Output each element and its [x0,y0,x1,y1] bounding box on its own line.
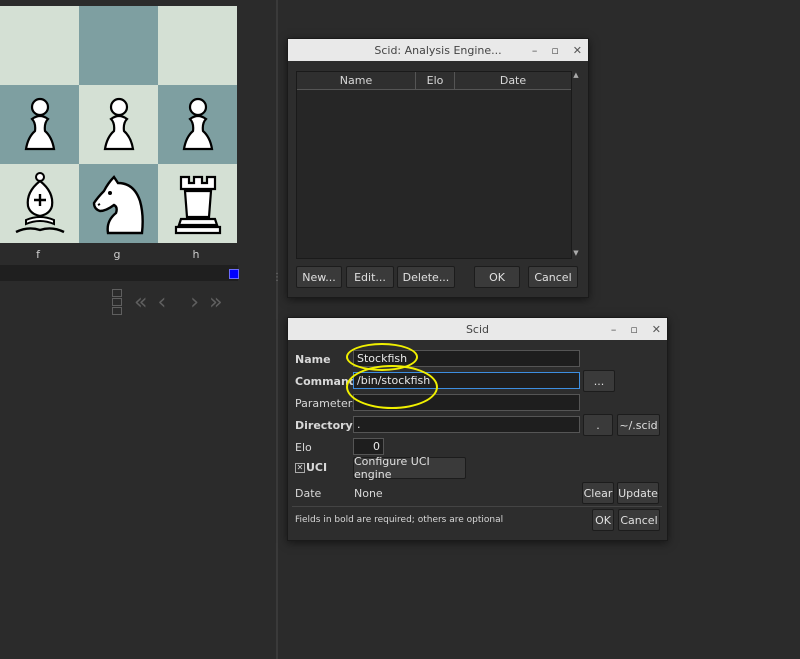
clear-date-button[interactable]: Clear [582,482,614,504]
window-title: Scid: Analysis Engine... [374,43,502,57]
column-header-name[interactable]: Name [297,72,416,89]
minimize-icon[interactable]: – [532,44,538,57]
parameters-label: Parameters [295,397,358,410]
board-status-strip [0,265,238,281]
board-square[interactable] [0,6,79,85]
first-move-icon[interactable]: « [134,290,147,315]
directory-current-button[interactable]: . [583,414,613,436]
window-title: Scid [465,322,490,336]
required-fields-hint: Fields in bold are required; others are … [295,515,504,525]
scroll-up-icon[interactable]: ▲ [572,71,580,79]
last-move-icon[interactable]: » [209,290,222,315]
configure-uci-button[interactable]: Configure UCI engine [353,455,466,481]
board-square[interactable] [158,6,237,85]
pane-grip-icon[interactable]: ⋮ [272,272,282,283]
board-square[interactable] [79,164,158,243]
board-square[interactable] [158,164,237,243]
maximize-icon[interactable]: ▫ [630,323,637,336]
titlebar[interactable]: Scid: Analysis Engine... – ▫ ✕ [288,39,588,61]
scroll-down-icon[interactable]: ▼ [572,249,580,257]
elo-label: Elo [295,441,312,454]
ok-button[interactable]: OK [474,266,520,288]
command-input[interactable]: /bin/stockfish [353,372,580,389]
cancel-button[interactable]: Cancel [528,266,578,288]
checkbox-checked-icon[interactable]: ✕ [295,462,305,473]
bishop-icon[interactable] [12,170,68,238]
ok-button[interactable]: OK [592,509,614,531]
directory-label: Directory [295,419,353,432]
rook-icon[interactable] [171,171,225,237]
engine-list[interactable]: Name Elo Date [296,71,572,259]
cancel-button[interactable]: Cancel [618,509,660,531]
knight-icon[interactable] [88,171,150,237]
side-to-move-indicator [229,269,239,279]
new-engine-button[interactable]: New... [296,266,342,288]
board-square[interactable] [79,6,158,85]
date-label: Date [295,487,322,500]
move-navigation: « ‹ › » [112,289,223,315]
pawn-icon[interactable] [93,93,145,157]
column-header-elo[interactable]: Elo [416,72,455,89]
uci-checkbox[interactable]: ✕ UCI [295,461,327,474]
edit-engine-button[interactable]: Edit... [346,266,394,288]
command-label: Command [295,375,357,388]
delete-engine-button[interactable]: Delete... [397,266,455,288]
close-icon[interactable]: ✕ [652,323,661,336]
board-square[interactable] [158,85,237,164]
column-header-date[interactable]: Date [455,72,571,89]
analysis-engine-window: Scid: Analysis Engine... – ▫ ✕ Name Elo … [287,38,589,298]
engine-list-header: Name Elo Date [297,72,571,90]
chess-board-area: f g h « ‹ › » [0,0,276,659]
board-square[interactable] [79,85,158,164]
board-square[interactable] [0,164,79,243]
update-date-button[interactable]: Update [617,482,659,504]
titlebar[interactable]: Scid – ▫ ✕ [288,318,667,340]
pawn-icon[interactable] [172,93,224,157]
pawn-icon[interactable] [14,93,66,157]
engine-config-window: Scid – ▫ ✕ Name Stockfish Command /bin/s… [287,317,668,541]
name-input[interactable]: Stockfish [353,350,580,367]
file-label: h [192,248,200,261]
browse-command-button[interactable]: ... [583,370,615,392]
parameters-input[interactable] [353,394,580,411]
directory-input[interactable]: . [353,416,580,433]
separator [292,506,662,507]
name-label: Name [295,353,331,366]
next-move-icon[interactable]: › [190,290,199,315]
date-value: None [354,487,383,500]
maximize-icon[interactable]: ▫ [551,44,558,57]
engine-list-scrollbar[interactable]: ▲ ▼ [572,71,580,257]
directory-home-button[interactable]: ~/.scid [617,414,660,436]
uci-label: UCI [306,461,328,474]
pane-divider[interactable] [276,0,278,659]
board-options-icon[interactable] [112,289,122,315]
board-square[interactable] [0,85,79,164]
file-label: g [113,248,121,261]
elo-input[interactable]: 0 [353,438,384,455]
close-icon[interactable]: ✕ [573,44,582,57]
file-label: f [36,248,40,261]
previous-move-icon[interactable]: ‹ [157,290,166,315]
minimize-icon[interactable]: – [611,323,617,336]
